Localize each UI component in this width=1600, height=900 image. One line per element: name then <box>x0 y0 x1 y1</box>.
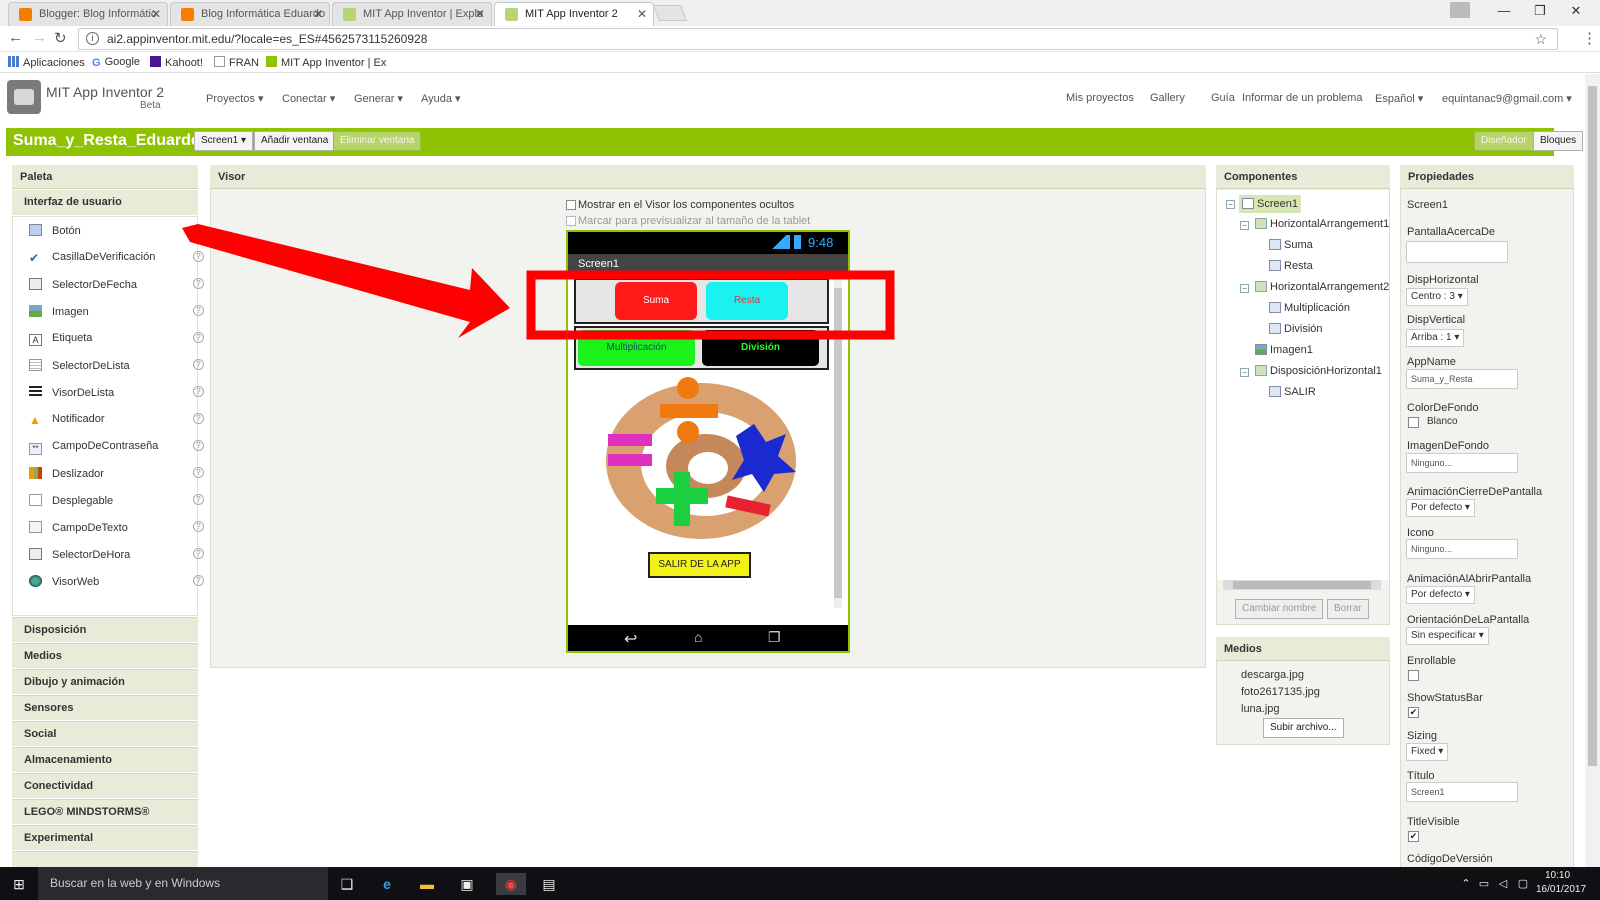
about-screen-input[interactable] <box>1406 241 1508 263</box>
prop-label: Título <box>1407 770 1435 782</box>
taskbar-date[interactable]: 16/01/2017 <box>1536 884 1586 895</box>
sizing-select[interactable]: Fixed ▾ <box>1406 743 1449 761</box>
tree-node-division[interactable]: División <box>1269 323 1323 335</box>
scrollable-checkbox[interactable] <box>1408 670 1419 681</box>
delete-button[interactable]: Borrar <box>1327 599 1369 619</box>
tree-node-horizontal-arrangement-2[interactable]: HorizontalArrangement2 <box>1255 281 1389 293</box>
tree-node-resta[interactable]: Resta <box>1269 260 1313 272</box>
prop-label: DispHorizontal <box>1407 274 1479 286</box>
tree-horizontal-scrollbar[interactable] <box>1223 580 1381 590</box>
red-arrow-annotation <box>182 224 510 338</box>
chrome-icon[interactable]: ◉ <box>496 873 526 895</box>
page-scrollbar-thumb[interactable] <box>1588 86 1597 766</box>
arrangement-icon <box>1255 365 1267 376</box>
tree-node-disposicion-horizontal-1[interactable]: DisposiciónHorizontal1 <box>1255 365 1382 377</box>
prop-label: ColorDeFondo <box>1407 402 1479 414</box>
title-input[interactable]: Screen1 <box>1406 782 1518 802</box>
prop-label: CódigoDeVersión <box>1407 853 1493 865</box>
image-icon <box>1255 344 1267 355</box>
tree-node-salir[interactable]: SALIR <box>1269 386 1316 398</box>
tree-node-imagen1[interactable]: Imagen1 <box>1255 344 1313 356</box>
button-icon <box>1269 260 1281 271</box>
prop-label: Enrollable <box>1407 655 1456 667</box>
orientation-select[interactable]: Sin especificar ▾ <box>1406 627 1489 645</box>
properties-component-name: Screen1 <box>1407 199 1448 211</box>
button-icon <box>1269 323 1281 334</box>
app-window-icon[interactable]: ▤ <box>538 873 560 895</box>
page-scrollbar[interactable] <box>1585 74 1600 867</box>
tree-scrollbar-thumb[interactable] <box>1233 581 1371 589</box>
tree-node-suma[interactable]: Suma <box>1269 239 1313 251</box>
prop-label: OrientaciónDeLaPantalla <box>1407 614 1530 626</box>
tree-node-screen1[interactable]: Screen1 <box>1239 195 1301 213</box>
store-icon[interactable]: ▣ <box>456 873 478 895</box>
components-tree: − Screen1 − HorizontalArrangement1 Suma … <box>1217 190 1389 590</box>
tree-node-multiplicacion[interactable]: Multiplicación <box>1269 302 1350 314</box>
notifications-icon[interactable]: ▢ <box>1512 873 1534 895</box>
collapse-icon[interactable]: − <box>1226 200 1235 209</box>
prop-label: ShowStatusBar <box>1407 692 1483 704</box>
prop-label: Icono <box>1407 527 1434 539</box>
tree-node-horizontal-arrangement-1[interactable]: HorizontalArrangement1 <box>1255 218 1389 230</box>
prop-label: ImagenDeFondo <box>1407 440 1489 452</box>
color-swatch[interactable] <box>1408 417 1419 428</box>
rename-button[interactable]: Cambiar nombre <box>1235 599 1324 619</box>
prop-label: AppName <box>1407 356 1456 368</box>
media-file[interactable]: descarga.jpg <box>1241 669 1304 681</box>
file-explorer-icon[interactable]: ▬ <box>416 873 438 895</box>
taskbar-time[interactable]: 10:10 <box>1545 870 1570 881</box>
arrangement-icon <box>1255 281 1267 292</box>
arrangement-icon <box>1255 218 1267 229</box>
media-header: Medios <box>1216 637 1390 661</box>
prop-label: DispVertical <box>1407 314 1466 326</box>
icon-input[interactable]: Ninguno... <box>1406 539 1518 559</box>
components-header: Componentes <box>1216 165 1390 189</box>
collapse-icon[interactable]: − <box>1240 368 1249 377</box>
prop-label: AnimaciónCierreDePantalla <box>1407 486 1543 498</box>
volume-icon[interactable]: ◁ <box>1492 873 1514 895</box>
align-horizontal-select[interactable]: Centro : 3 ▾ <box>1406 288 1468 306</box>
app-name-input[interactable]: Suma_y_Resta <box>1406 369 1518 389</box>
collapse-icon[interactable]: − <box>1240 221 1249 230</box>
media-file[interactable]: luna.jpg <box>1241 703 1280 715</box>
prop-label: PantallaAcercaDe <box>1407 226 1496 238</box>
bg-color-value[interactable]: Blanco <box>1427 416 1458 427</box>
task-view-icon[interactable]: ❑ <box>336 873 358 895</box>
media-file[interactable]: foto2617135.jpg <box>1241 686 1320 698</box>
prop-label: TitleVisible <box>1407 816 1460 828</box>
align-vertical-select[interactable]: Arriba : 1 ▾ <box>1406 329 1465 347</box>
windows-start-icon[interactable]: ⊞ <box>8 873 30 895</box>
red-highlight-box <box>526 270 895 340</box>
bg-image-input[interactable]: Ninguno... <box>1406 453 1518 473</box>
collapse-icon[interactable]: − <box>1240 284 1249 293</box>
windows-taskbar: ⊞ Buscar en la web y en Windows ❑ e ▬ ▣ … <box>0 867 1600 900</box>
button-icon <box>1269 386 1281 397</box>
upload-file-button[interactable]: Subir archivo... <box>1263 718 1344 738</box>
taskbar-search-input[interactable]: Buscar en la web y en Windows <box>38 867 328 900</box>
prop-label: AnimaciónAlAbrirPantalla <box>1407 573 1532 585</box>
screen-icon <box>1242 198 1254 209</box>
close-animation-select[interactable]: Por defecto ▾ <box>1406 499 1475 517</box>
properties-header: Propiedades <box>1400 165 1574 189</box>
open-animation-select[interactable]: Por defecto ▾ <box>1406 586 1475 604</box>
show-status-bar-checkbox[interactable]: ✔ <box>1408 707 1419 718</box>
button-icon <box>1269 302 1281 313</box>
button-icon <box>1269 239 1281 250</box>
title-visible-checkbox[interactable]: ✔ <box>1408 831 1419 842</box>
edge-icon[interactable]: e <box>376 873 398 895</box>
prop-label: Sizing <box>1407 730 1437 742</box>
